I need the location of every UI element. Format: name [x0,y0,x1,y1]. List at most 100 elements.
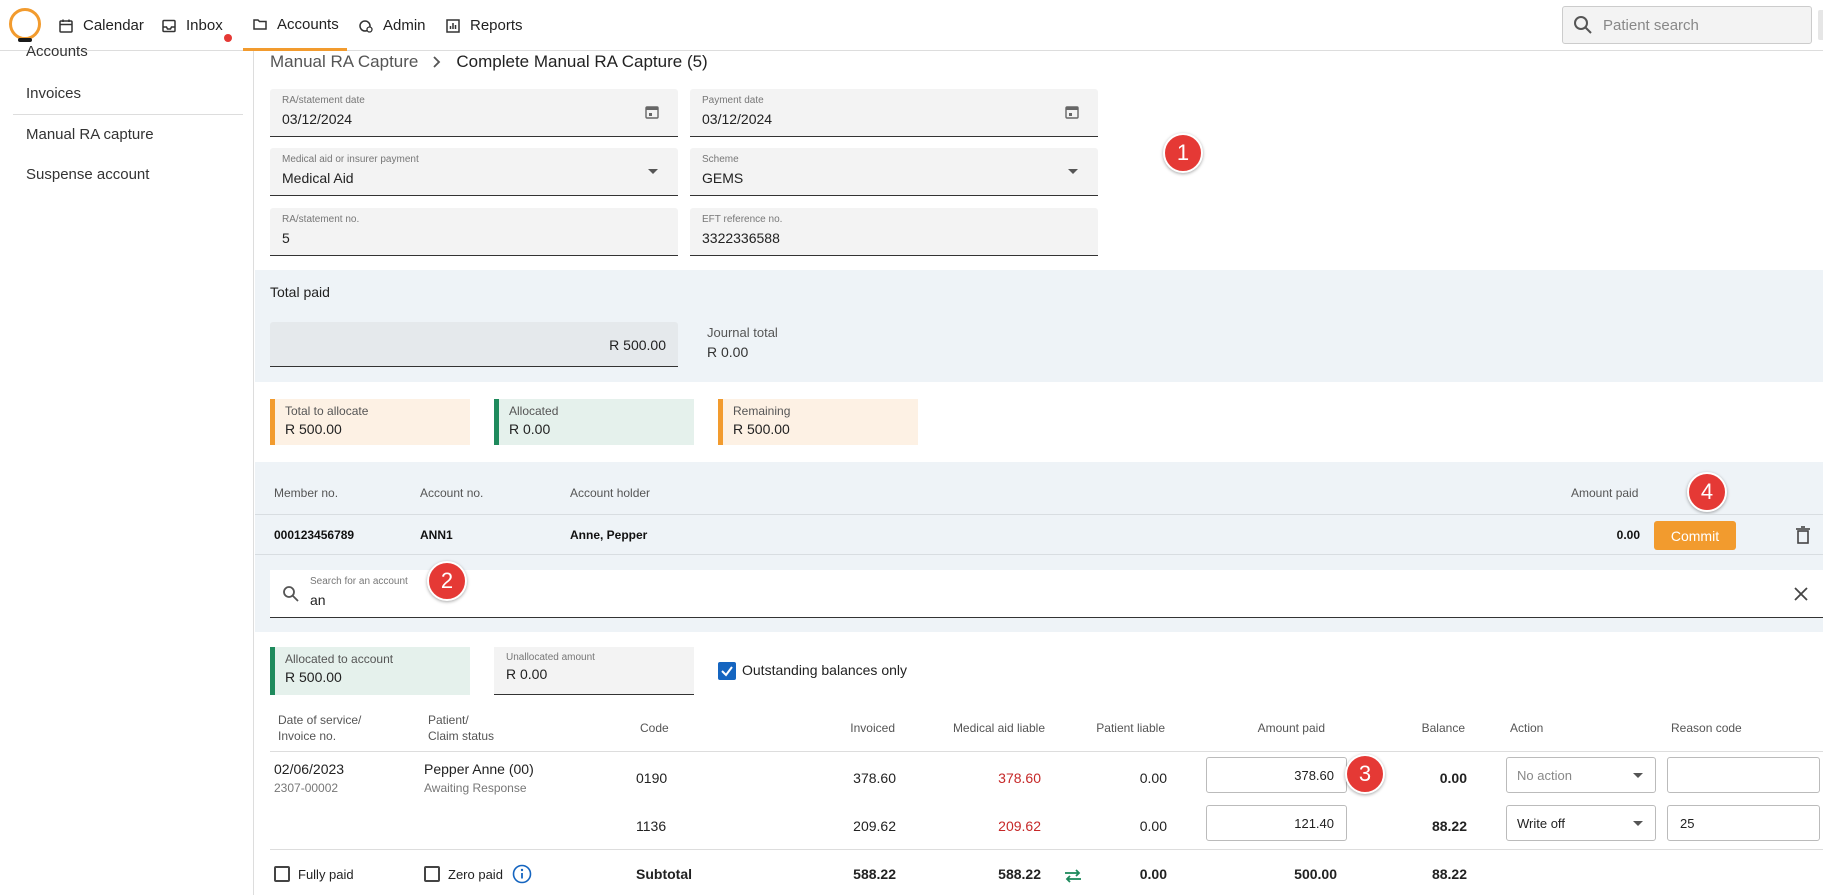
row-date: 02/06/2023 [274,761,345,777]
payment-date-field[interactable]: Payment date 03/12/2024 [690,89,1098,137]
scheme-value: GEMS [702,170,744,186]
payment-date-value: 03/12/2024 [702,111,773,127]
eft-reference-value: 3322336588 [702,230,780,246]
admin-icon [359,19,373,33]
patient-search-input[interactable]: Patient search [1562,6,1812,44]
account-holder: Anne, Pepper [570,528,648,542]
header-amount-paid: Amount paid [1571,486,1639,500]
sidebar-item-manual-ra-capture[interactable]: Manual RA capture [13,114,243,154]
sidebar-item-suspense-account[interactable]: Suspense account [13,154,243,194]
account-search-input[interactable]: Search for an account an [270,570,1823,618]
folder-icon [253,19,267,30]
col-header-medical-aid-liable: Medical aid liable [952,721,1045,735]
nav-inbox-label: Inbox [186,17,223,34]
header-member-no: Member no. [274,486,339,500]
remaining-label: Remaining [733,404,791,418]
payer-type-label: Medical aid or insurer payment [282,154,419,165]
nav-admin[interactable]: Admin [358,0,426,51]
calendar-icon[interactable] [644,104,660,120]
trash-icon[interactable] [1795,526,1811,544]
breadcrumb: Manual RA Capture Complete Manual RA Cap… [270,51,708,73]
payer-type-select[interactable]: Medical aid or insurer payment Medical A… [270,148,678,196]
toolbar-edge-button[interactable] [1818,10,1823,40]
col-header-invoiced: Invoiced [850,721,895,735]
row-invoice-no[interactable]: 2307-00002 [274,781,338,795]
unallocated-amount-label: Unallocated amount [506,652,595,663]
ra-statement-date-label: RA/statement date [282,95,365,106]
total-to-allocate-value: R 500.00 [285,421,342,437]
sidebar-item-label: Suspense account [26,165,150,183]
row-reason-code-input[interactable]: 25 [1667,805,1820,841]
account-no: ANN1 [420,528,453,542]
allocated-card: Allocated R 0.00 [494,399,694,445]
row-patient-liable: 0.00 [1139,818,1167,834]
subtotal-amount-paid: 500.00 [1294,866,1337,882]
nav-reports[interactable]: Reports [445,0,523,51]
row-code: 0190 [636,770,668,786]
account-search-value: an [310,592,326,608]
step-marker-4: 4 [1687,472,1727,512]
row-reason-code-input[interactable] [1667,757,1820,793]
nav-calendar-label: Calendar [83,17,144,34]
row-claim-status: Awaiting Response [424,781,527,795]
eft-reference-field[interactable]: EFT reference no. 3322336588 [690,208,1098,256]
header-account-no: Account no. [420,486,484,500]
sidebar-item-invoices[interactable]: Invoices [13,73,243,113]
row-medical-aid-liable: 378.60 [998,770,1041,786]
nav-admin-label: Admin [383,17,426,34]
zero-paid-checkbox[interactable] [424,866,440,882]
header-account-holder: Account holder [570,486,651,500]
scheme-select[interactable]: Scheme GEMS [690,148,1098,196]
nav-accounts[interactable]: Accounts [243,0,347,51]
allocated-value: R 0.00 [509,421,551,437]
calendar-icon[interactable] [1064,104,1080,120]
step-marker-1: 1 [1163,133,1203,173]
nav-accounts-label: Accounts [277,15,339,33]
chevron-down-icon [648,169,658,174]
sidebar: Accounts Invoices Manual RA capture Susp… [0,43,254,895]
outstanding-balances-checkbox[interactable] [718,662,736,680]
account-row[interactable]: 000123456789 ANN1 Anne, Pepper 0.00 Comm… [255,514,1823,555]
ra-statement-no-field[interactable]: RA/statement no. 5 [270,208,678,256]
nav-inbox-label-wrap: Inbox [186,17,232,42]
fully-paid-label: Fully paid [298,867,354,882]
remaining-value: R 500.00 [733,421,790,437]
col-header-code: Code [640,721,669,735]
col-header-patient-liable: Patient liable [1096,721,1165,735]
sidebar-item-label: Accounts [26,42,88,60]
chevron-down-icon [1633,773,1643,778]
ra-statement-no-value: 5 [282,230,290,246]
checkmark-icon [721,666,733,677]
col-header-reason-code: Reason code [1671,721,1742,735]
total-paid-input[interactable]: R 500.00 [270,322,678,367]
allocated-label: Allocated [509,404,559,418]
row-action-select[interactable]: Write off [1506,805,1656,841]
total-to-allocate-card: Total to allocate R 500.00 [270,399,470,445]
unallocated-amount-field[interactable]: Unallocated amount R 0.00 [494,647,694,695]
ra-statement-date-field[interactable]: RA/statement date 03/12/2024 [270,89,678,137]
subtotal-medical-aid-liable: 588.22 [998,866,1041,882]
commit-button[interactable]: Commit [1654,521,1736,550]
sidebar-item-accounts[interactable]: Accounts [13,33,243,69]
reports-icon [446,18,460,33]
chevron-down-icon [1068,169,1078,174]
allocated-to-account-label: Allocated to account [285,652,394,666]
zero-paid-label: Zero paid [448,867,503,882]
eft-reference-label: EFT reference no. [702,214,783,225]
subtotal-balance: 88.22 [1431,866,1467,882]
fully-paid-checkbox[interactable] [274,866,290,882]
payment-date-label: Payment date [702,95,764,106]
chevron-down-icon [1633,821,1643,826]
total-paid-title: Total paid [270,284,330,300]
close-icon[interactable] [1793,586,1809,602]
row-action-select[interactable]: No action [1506,757,1656,793]
info-icon[interactable] [512,864,532,884]
chevron-right-icon [433,56,441,68]
sidebar-item-label: Invoices [26,84,82,102]
inbox-icon [162,19,176,32]
main-content: Manual RA Capture Complete Manual RA Cap… [255,51,1823,895]
ra-statement-no-label: RA/statement no. [282,214,360,225]
remaining-card: Remaining R 500.00 [718,399,918,445]
breadcrumb-parent-link[interactable]: Manual RA Capture [270,52,418,72]
subtotal-label: Subtotal [636,866,692,882]
